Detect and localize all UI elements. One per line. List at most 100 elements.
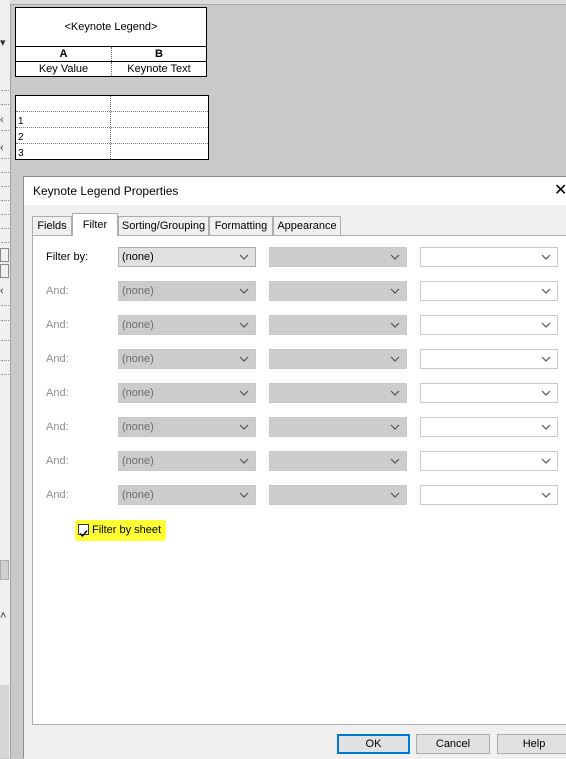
and-label: And: [46,387,69,399]
dropdown-value: (none) [122,489,154,501]
cancel-button[interactable]: Cancel [416,734,490,754]
and-label: And: [46,455,69,467]
and-label: And: [46,319,69,331]
table-row[interactable]: 2 [16,128,208,144]
filter-panel [32,235,566,725]
chevron-down-icon [239,490,249,500]
tab-fields[interactable]: Fields [32,216,72,235]
filter-field-dropdown[interactable]: (none) [118,281,256,301]
key-value-header[interactable]: Key Value [16,62,112,76]
chevron-down-icon [390,252,400,262]
filter-by-sheet-checkbox[interactable] [78,524,89,538]
chevron-down-icon[interactable]: ▾ [0,36,6,49]
filter-field-dropdown[interactable]: (none) [118,349,256,369]
filter-value-dropdown[interactable] [420,247,558,267]
dropdown-value: (none) [122,421,154,433]
chevron-down-icon [239,286,249,296]
filter-operator-dropdown[interactable] [269,417,407,437]
schedule-body: 1 2 3 [15,95,209,160]
and-label: And: [46,353,69,365]
column-a-header[interactable]: A [16,47,112,61]
left-strip: ▾ ‹ ‹ ‹ ˄ [0,0,11,758]
filter-operator-dropdown[interactable] [269,451,407,471]
tab-sorting-grouping[interactable]: Sorting/Grouping [118,216,209,235]
chevron-down-icon [390,286,400,296]
tab-formatting[interactable]: Formatting [209,216,273,235]
filter-value-dropdown[interactable] [420,281,558,301]
filter-field-dropdown[interactable]: (none) [118,485,256,505]
dropdown-value: (none) [122,455,154,467]
filter-value-dropdown[interactable] [420,349,558,369]
chevron-down-icon [239,422,249,432]
chevron-down-icon [541,252,551,262]
dropdown-value: (none) [122,251,154,263]
tab-filter[interactable]: Filter [72,213,118,236]
schedule-title[interactable]: <Keynote Legend> [15,7,207,47]
scroll-handle[interactable] [0,264,9,278]
chevron-down-icon [390,422,400,432]
chevron-down-icon [541,422,551,432]
chevron-down-icon [541,354,551,364]
chevron-left-icon[interactable]: ‹ [0,142,4,154]
and-label: And: [46,285,69,297]
table-row[interactable] [16,96,208,112]
dropdown-value: (none) [122,319,154,331]
scrollbar-track[interactable] [0,685,9,758]
filter-value-dropdown[interactable] [420,485,558,505]
keynote-text-header[interactable]: Keynote Text [112,62,206,76]
chevron-down-icon [541,456,551,466]
filter-by-sheet-label[interactable]: Filter by sheet [92,524,161,536]
chevron-up-icon[interactable]: ˄ [0,610,6,622]
scroll-thumb[interactable] [0,560,9,580]
tab-appearance[interactable]: Appearance [273,216,341,235]
dialog-title: Keynote Legend Properties [33,184,179,198]
chevron-down-icon [541,286,551,296]
filter-field-dropdown[interactable]: (none) [118,247,256,267]
column-b-header[interactable]: B [112,47,206,61]
filter-operator-dropdown[interactable] [269,281,407,301]
filter-field-dropdown[interactable]: (none) [118,451,256,471]
filter-operator-dropdown[interactable] [269,315,407,335]
filter-operator-dropdown[interactable] [269,485,407,505]
chevron-down-icon [390,388,400,398]
filter-field-dropdown[interactable]: (none) [118,417,256,437]
top-strip [10,0,566,5]
checkmark-icon [79,530,88,538]
filter-field-dropdown[interactable]: (none) [118,315,256,335]
chevron-down-icon [239,388,249,398]
chevron-down-icon [239,456,249,466]
table-row[interactable]: 3 [16,144,208,159]
and-label: And: [46,421,69,433]
filter-operator-dropdown[interactable] [269,383,407,403]
keynote-schedule: <Keynote Legend> A B Key Value Keynote T… [15,7,207,77]
chevron-down-icon [239,252,249,262]
filter-value-dropdown[interactable] [420,451,558,471]
filter-operator-dropdown[interactable] [269,349,407,369]
filter-field-dropdown[interactable]: (none) [118,383,256,403]
ok-button[interactable]: OK [337,734,410,754]
close-icon[interactable]: ✕ [554,180,566,200]
chevron-down-icon [390,456,400,466]
dropdown-value: (none) [122,353,154,365]
dropdown-value: (none) [122,285,154,297]
chevron-down-icon [541,320,551,330]
filter-operator-dropdown[interactable] [269,247,407,267]
chevron-down-icon [390,320,400,330]
and-label: And: [46,489,69,501]
chevron-down-icon [239,354,249,364]
filter-by-label: Filter by: [46,251,89,263]
chevron-down-icon [541,490,551,500]
chevron-left-icon[interactable]: ‹ [0,285,4,297]
scroll-handle[interactable] [0,248,9,262]
chevron-down-icon [390,490,400,500]
filter-value-dropdown[interactable] [420,417,558,437]
table-row[interactable]: 1 [16,112,208,128]
chevron-down-icon [541,388,551,398]
chevron-down-icon [239,320,249,330]
filter-value-dropdown[interactable] [420,315,558,335]
filter-value-dropdown[interactable] [420,383,558,403]
chevron-down-icon [390,354,400,364]
dropdown-value: (none) [122,387,154,399]
help-button[interactable]: Help [497,734,566,754]
chevron-left-icon[interactable]: ‹ [0,114,4,126]
